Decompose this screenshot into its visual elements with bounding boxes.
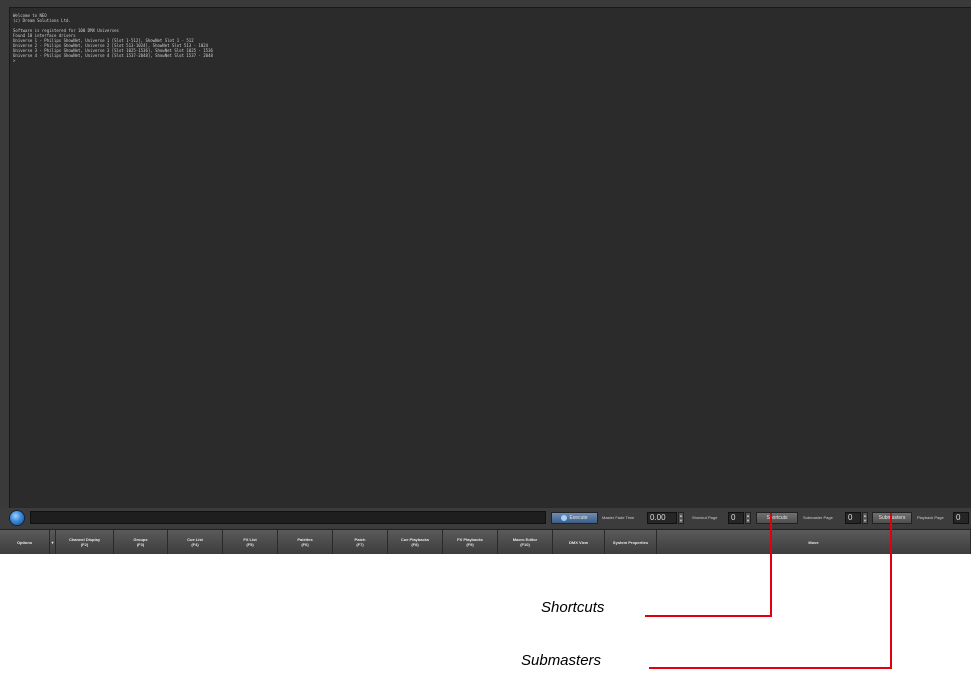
function-tab-bar: Options ▾ Channel Display (F2) Groups (F3)… <box>0 529 971 554</box>
execute-icon <box>561 514 568 521</box>
globe-icon[interactable] <box>10 511 24 525</box>
tab-key: (F6) <box>301 542 309 547</box>
tab-patch[interactable]: Patch (F7) <box>333 530 388 554</box>
shortcut-page-spinner[interactable]: ▲ ▼ <box>745 512 751 524</box>
tab-key: (F10) <box>520 542 530 547</box>
master-fade-time-label: Master Fade Time <box>602 515 635 520</box>
tab-system-properties[interactable]: System Properties <box>605 530 657 554</box>
shortcuts-callout-label: Shortcuts <box>541 599 605 616</box>
shortcut-page-label: Shortcut Page <box>692 515 718 520</box>
output-console: Welcome to NEO (c) Dream Solutions Ltd. So… <box>9 7 971 508</box>
chevron-down-icon: ▾ <box>51 539 54 545</box>
master-fade-time-spinner[interactable]: ▲ ▼ <box>678 512 684 524</box>
tab-label: DMX View <box>568 539 589 545</box>
submaster-page-label: Submaster Page <box>803 515 833 520</box>
tab-key: (F8) <box>411 542 419 547</box>
command-line-input[interactable] <box>30 511 546 524</box>
tab-label: System Properties <box>612 539 649 545</box>
tab-channel-display[interactable]: Channel Display (F2) <box>56 530 114 554</box>
execute-button[interactable]: Execute <box>551 512 598 524</box>
tab-dmx-view[interactable]: DMX View <box>553 530 605 554</box>
tab-cue-list[interactable]: Cue List (F4) <box>168 530 223 554</box>
tab-move[interactable]: Move <box>657 530 971 554</box>
tab-groups[interactable]: Groups (F3) <box>114 530 168 554</box>
tab-palettes[interactable]: Palettes (F6) <box>278 530 333 554</box>
tab-label: Move <box>808 539 819 545</box>
tab-key: (F3) <box>136 542 145 547</box>
console-output-text: Welcome to NEO (c) Dream Solutions Ltd. So… <box>13 13 213 63</box>
tab-key: (F9) <box>466 542 474 547</box>
console-cursor: > <box>13 58 16 63</box>
console-line: Universe 4 - Philips ShowNet, Universe 4… <box>13 53 213 58</box>
shortcut-page-field[interactable]: 0 <box>728 512 744 524</box>
submaster-page-spinner[interactable]: ▲ ▼ <box>862 512 868 524</box>
tab-options[interactable]: Options <box>0 530 50 554</box>
tab-fx-playbacks[interactable]: FX Playbacks (F9) <box>443 530 498 554</box>
tab-macro-editor[interactable]: Macro Editor (F10) <box>498 530 553 554</box>
tab-fx-list[interactable]: FX List (F5) <box>223 530 278 554</box>
submasters-callout-label: Submasters <box>521 652 602 669</box>
tab-key: (F7) <box>356 542 364 547</box>
submasters-button[interactable]: Submasters <box>872 512 912 524</box>
shortcuts-button[interactable]: Shortcuts <box>756 512 798 524</box>
tab-key: (F5) <box>246 542 254 547</box>
tab-key: (F2) <box>80 542 89 547</box>
tab-key: (F4) <box>191 542 199 547</box>
execute-label: Execute <box>569 515 588 521</box>
playback-page-field[interactable]: 0 <box>953 512 969 524</box>
submaster-page-field[interactable]: 0 <box>845 512 861 524</box>
tab-label: Options <box>16 539 33 545</box>
command-bar: Execute Master Fade Time 0.00 ▲ ▼ Shortcu… <box>0 508 971 528</box>
playback-page-label: Playback Page <box>917 515 944 520</box>
neo-console-window: Welcome to NEO (c) Dream Solutions Ltd. So… <box>0 0 971 554</box>
tab-cue-playbacks[interactable]: Cue Playbacks (F8) <box>388 530 443 554</box>
master-fade-time-field[interactable]: 0.00 <box>647 512 677 524</box>
